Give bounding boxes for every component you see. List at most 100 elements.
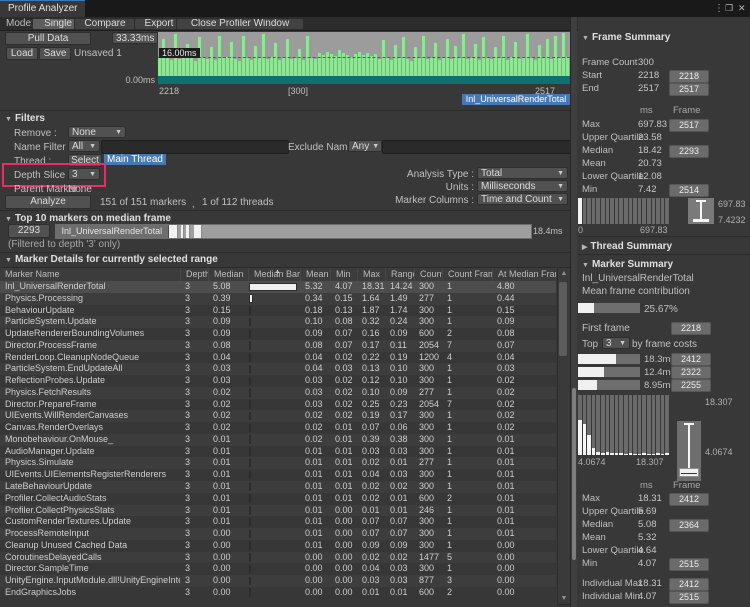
remove-dropdown[interactable]: None▼ [68,126,126,138]
kebab-menu-icon[interactable]: ⋮ [714,3,724,14]
table-row[interactable]: Physics.Simulate30.010.010.010.020.01277… [0,457,556,469]
frame-scale-dropdown[interactable]: 33.33ms▼ [112,32,158,44]
table-row[interactable]: ReflectionProbes.Update30.030.030.020.12… [0,375,556,387]
table-row[interactable]: Profiler.CollectPhysicsStats30.010.010.0… [0,505,556,517]
frame-button[interactable]: 2412 [669,493,709,506]
column-header[interactable]: Depth [180,268,208,281]
table-row[interactable]: UpdateRendererBoundingVolumes30.090.090.… [0,328,556,340]
frame-button[interactable]: 2515 [669,591,709,604]
table-row[interactable]: Inl_UniversalRenderTotal35.085.324.0718.… [0,281,556,293]
frame-button[interactable]: 2412 [671,353,711,366]
selected-marker-chip[interactable]: Inl_UniversalRenderTotal [462,94,570,105]
close-icon[interactable]: ✕ [738,3,746,14]
top-n-dropdown[interactable]: 3▼ [602,337,630,349]
marker-columns-dropdown[interactable]: Time and Count▼ [477,193,568,205]
filters-section-header[interactable]: ▼Filters [5,113,45,124]
exclude-names-input[interactable] [382,140,572,154]
marker-summary-header[interactable]: ▼Marker Summary [582,259,673,270]
chart-bar [178,59,181,76]
mode-compare-button[interactable]: Compare [74,18,136,30]
table-row[interactable]: Canvas.RenderOverlays30.020.020.010.070.… [0,422,556,434]
scroll-down-icon[interactable]: ▼ [558,595,570,602]
table-row[interactable]: ProcessRemoteInput30.000.010.000.070.073… [0,528,556,540]
frame-button[interactable]: 2218 [669,70,709,83]
table-cell: 0.00 [330,505,357,517]
frame-summary-header[interactable]: ▼Frame Summary [582,32,670,43]
table-row[interactable]: ParticleSystem.EndUpdateAll30.030.040.03… [0,363,556,375]
analyze-button[interactable]: Analyze [5,195,91,209]
table-cell: 1 [442,505,492,517]
table-row[interactable]: CoroutinesDelayedCalls30.000.000.000.020… [0,552,556,564]
column-header[interactable]: Min [330,268,357,281]
column-header[interactable]: Marker Name [0,268,180,281]
table-row[interactable]: UIEvents.WillRenderCanvases30.020.020.02… [0,410,556,422]
column-header[interactable]: Count [414,268,442,281]
column-header[interactable]: Count Frame [442,268,492,281]
analysis-type-dropdown[interactable]: Total▼ [477,167,568,179]
table-row[interactable]: Director.ProcessFrame30.080.080.070.170.… [0,340,556,352]
table-scrollbar-thumb[interactable] [559,282,567,356]
histogram-bar [587,435,591,455]
load-button[interactable]: Load [6,47,38,60]
table-scrollbar[interactable]: ▲ ▼ [557,267,571,605]
name-filter-input[interactable] [101,140,289,154]
table-row[interactable]: Cleanup Unused Cached Data30.000.010.000… [0,540,556,552]
table-row[interactable]: CustomRenderTextures.Update30.010.010.00… [0,516,556,528]
table-cell: Profiler.CollectPhysicsStats [0,505,180,517]
table-row[interactable]: Physics.Processing30.390.340.151.641.492… [0,293,556,305]
frame-button[interactable]: 2514 [669,184,709,197]
divider [0,210,570,211]
table-row[interactable]: Profiler.CollectAudioStats30.010.010.010… [0,493,556,505]
frame-button[interactable]: 2517 [669,83,709,96]
table-cell: 1 [442,528,492,540]
frame-button[interactable]: 2364 [669,519,709,532]
boxplot-bottom-cap [693,219,709,222]
frame-button[interactable]: 2517 [669,119,709,132]
save-button[interactable]: Save [39,47,71,60]
thread-summary-header[interactable]: ▶Thread Summary [582,241,672,252]
table-cell: 0.02 [330,352,357,364]
table-row[interactable]: BehaviourUpdate30.150.180.131.871.743001… [0,305,556,317]
column-header[interactable]: Median Bar▲ [248,268,300,281]
table-row[interactable]: LateBehaviourUpdate30.010.010.010.020.02… [0,481,556,493]
frame-button[interactable]: 2412 [669,578,709,591]
table-row[interactable]: Physics.FetchResults30.020.030.020.100.0… [0,387,556,399]
right-panel-scrollbar-thumb[interactable] [572,388,576,560]
top10-section-header[interactable]: ▼Top 10 markers on median frame [5,213,171,224]
close-profiler-window-button[interactable]: Close Profiler Window [176,18,304,30]
depth-slice-dropdown[interactable]: 3▼ [68,168,100,180]
column-header[interactable]: Max [357,268,385,281]
table-row[interactable]: Director.PrepareFrame30.020.030.020.250.… [0,399,556,411]
table-row[interactable]: RenderLoop.CleanupNodeQueue30.040.040.02… [0,352,556,364]
frame-button[interactable]: 2515 [669,558,709,571]
marker-details-section-header[interactable]: ▼Marker Details for currently selected r… [5,254,218,265]
table-row[interactable]: UnityEngine.InputModule.dll!UnityEngineI… [0,575,556,587]
column-header[interactable]: Mean [300,268,330,281]
exclude-mode-dropdown[interactable]: Any▼ [348,140,382,152]
thread-select-button[interactable]: Select [68,154,102,167]
frame-button[interactable]: 2255 [671,379,711,392]
median-frame-button[interactable]: 2293 [8,224,50,238]
top10-marker-bar[interactable]: Inl_UniversalRenderTotal [55,224,532,239]
table-cell: 0.02 [492,422,556,434]
frame-button[interactable]: 2293 [669,145,709,158]
table-row[interactable]: EndGraphicsJobs30.000.000.000.010.016002… [0,587,556,599]
column-header[interactable]: Range [385,268,414,281]
maximize-icon[interactable]: ❐ [725,3,733,14]
frame-button[interactable]: 2218 [671,322,711,335]
column-header[interactable]: Median [208,268,248,281]
pull-data-button[interactable]: Pull Data [5,32,91,45]
scroll-up-icon[interactable]: ▲ [558,270,570,277]
table-row[interactable]: ParticleSystem.Update30.090.100.080.320.… [0,316,556,328]
frame-time-chart[interactable] [158,32,570,84]
right-panel-scrollbar[interactable] [571,17,577,607]
column-header[interactable]: At Median Frame [492,268,556,281]
name-filter-mode-dropdown[interactable]: All▼ [68,140,100,152]
table-row[interactable]: UIEvents.UIElementsRegisterRenderers30.0… [0,469,556,481]
frame-button[interactable]: 2322 [671,366,711,379]
table-row[interactable]: AudioManager.Update30.010.010.010.030.03… [0,446,556,458]
table-row[interactable]: Director.SampleTime30.000.000.000.040.03… [0,563,556,575]
units-dropdown[interactable]: Milliseconds▼ [477,180,568,192]
table-row[interactable]: Monobehaviour.OnMouse_30.010.020.010.390… [0,434,556,446]
chart-bar [314,59,317,76]
